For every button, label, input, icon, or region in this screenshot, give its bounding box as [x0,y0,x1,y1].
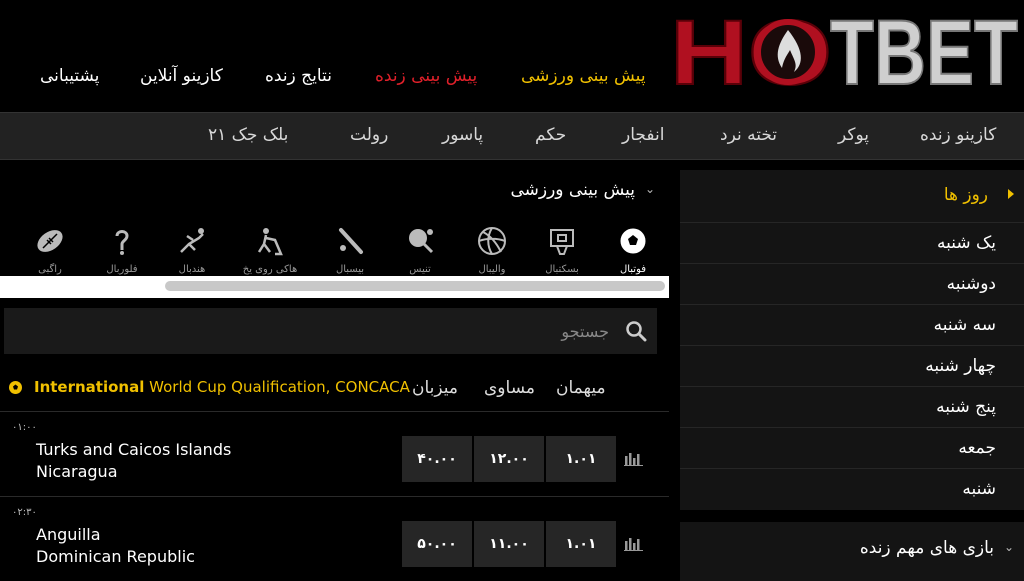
day-item-friday[interactable]: جمعه [680,427,1024,468]
match-time: ۰۱:۰۰ [12,422,37,433]
sports-title: پیش بینی ورزشی [510,180,635,200]
chevron-down-icon: ⌄ [1003,540,1014,554]
odd-button-guest[interactable]: ۱.۰۱ [546,436,616,482]
sports-scrollbar[interactable] [0,276,669,298]
important-title: بازی های مهم زنده [859,538,994,558]
casino-subnav: کازینو زنده پوکر تخته نرد انفجار حکم پاس… [0,112,1024,160]
subnav-blackjack[interactable]: بلک جک ۲۱ [208,125,288,145]
sports-bar: فوتبال بسکتبال والیبال تنیس بیسبال هاکی … [0,214,669,276]
day-item-monday[interactable]: دوشنبه [680,263,1024,304]
nav-live-betting[interactable]: پیش بینی زنده [375,66,477,86]
soccer-icon [619,227,647,255]
column-draw: مساوی [484,378,535,398]
sport-volleyball[interactable]: والیبال [462,226,522,276]
baseball-bat-icon [339,228,363,254]
odd-button-host[interactable]: ۵۰.۰۰ [402,521,472,567]
nav-online-casino[interactable]: کازینو آنلاین [140,66,223,86]
hotbet-logo[interactable]: HO TBET [670,6,1020,92]
match-row: ۰۱:۰۰ Turks and Caicos Islands Nicaragua… [0,411,669,496]
sports-betting-header[interactable]: پیش بینی ورزشی ⌄ [0,170,669,215]
search-icon[interactable] [625,320,647,342]
scroll-thumb[interactable] [165,281,665,291]
odd-button-host[interactable]: ۴۰.۰۰ [402,436,472,482]
tennis-icon [409,229,434,254]
sport-soccer[interactable]: فوتبال [603,226,663,276]
svg-text:TBET: TBET [830,6,1018,92]
league-name: International World Cup Qualification, C… [34,378,410,396]
sport-baseball[interactable]: بیسبال [320,226,380,276]
odd-button-draw[interactable]: ۱۱.۰۰ [474,521,544,567]
chevron-down-icon: ⌄ [644,182,655,196]
days-header[interactable]: روز ها [680,170,1024,222]
sport-handball[interactable]: هندبال [162,226,222,276]
caret-right-icon [1008,189,1014,199]
sport-floorball[interactable]: فلوربال [92,226,152,276]
sport-ice-hockey[interactable]: هاکی روی یخ [240,226,300,276]
league-header: International World Cup Qualification, C… [0,368,669,408]
search-box[interactable]: جستجو [4,308,657,354]
match-row: ۰۲:۳۰ Anguilla Dominican Republic ۵۰.۰۰ … [0,496,669,581]
search-placeholder: جستجو [561,322,609,341]
nav-sports-betting[interactable]: پیش بینی ورزشی [521,66,646,86]
top-header: HO TBET پیش بینی ورزشی پیش بینی زنده نتا… [0,0,1024,110]
subnav-crash[interactable]: انفجار [622,125,664,145]
nav-live-results[interactable]: نتایج زنده [265,66,332,86]
sport-rugby[interactable]: راگبی [20,226,80,276]
match-away-team: Dominican Republic [36,547,195,566]
day-item-thursday[interactable]: پنج شنبه [680,386,1024,427]
match-home-team: Turks and Caicos Islands [36,440,232,459]
nav-support[interactable]: پشتیبانی [40,66,99,86]
subnav-live-casino[interactable]: کازینو زنده [920,125,996,145]
volleyball-icon [478,227,506,255]
rugby-ball-icon [37,230,63,252]
statistics-icon[interactable] [624,535,644,551]
day-item-wednesday[interactable]: چهار شنبه [680,345,1024,386]
day-item-tuesday[interactable]: سه شنبه [680,304,1024,345]
floorball-icon [115,230,129,255]
basketball-icon [550,229,574,255]
odd-button-draw[interactable]: ۱۲.۰۰ [474,436,544,482]
odd-button-guest[interactable]: ۱.۰۱ [546,521,616,567]
subnav-poker[interactable]: پوکر [838,125,869,145]
subnav-hokm[interactable]: حکم [535,125,566,145]
column-host: میزبان [412,378,459,398]
subnav-pasur[interactable]: پاسور [442,125,483,145]
sport-basketball[interactable]: بسکتبال [532,226,592,276]
days-panel: روز ها یک شنبه دوشنبه سه شنبه چهار شنبه … [680,170,1024,510]
match-home-team: Anguilla [36,525,101,544]
column-guest: میهمان [556,378,606,398]
statistics-icon[interactable] [624,450,644,466]
important-live-games[interactable]: بازی های مهم زنده ⌄ [680,522,1024,581]
soccer-icon [9,381,22,394]
ice-hockey-icon [257,228,283,256]
match-away-team: Nicaragua [36,462,118,481]
match-time: ۰۲:۳۰ [12,507,37,518]
sport-tennis[interactable]: تنیس [390,226,450,276]
handball-icon [180,228,204,253]
day-item-saturday[interactable]: شنبه [680,468,1024,509]
subnav-backgammon[interactable]: تخته نرد [720,125,777,145]
day-item-sunday[interactable]: یک شنبه [680,222,1024,263]
subnav-roulette[interactable]: رولت [350,125,388,145]
days-title: روز ها [943,185,988,205]
